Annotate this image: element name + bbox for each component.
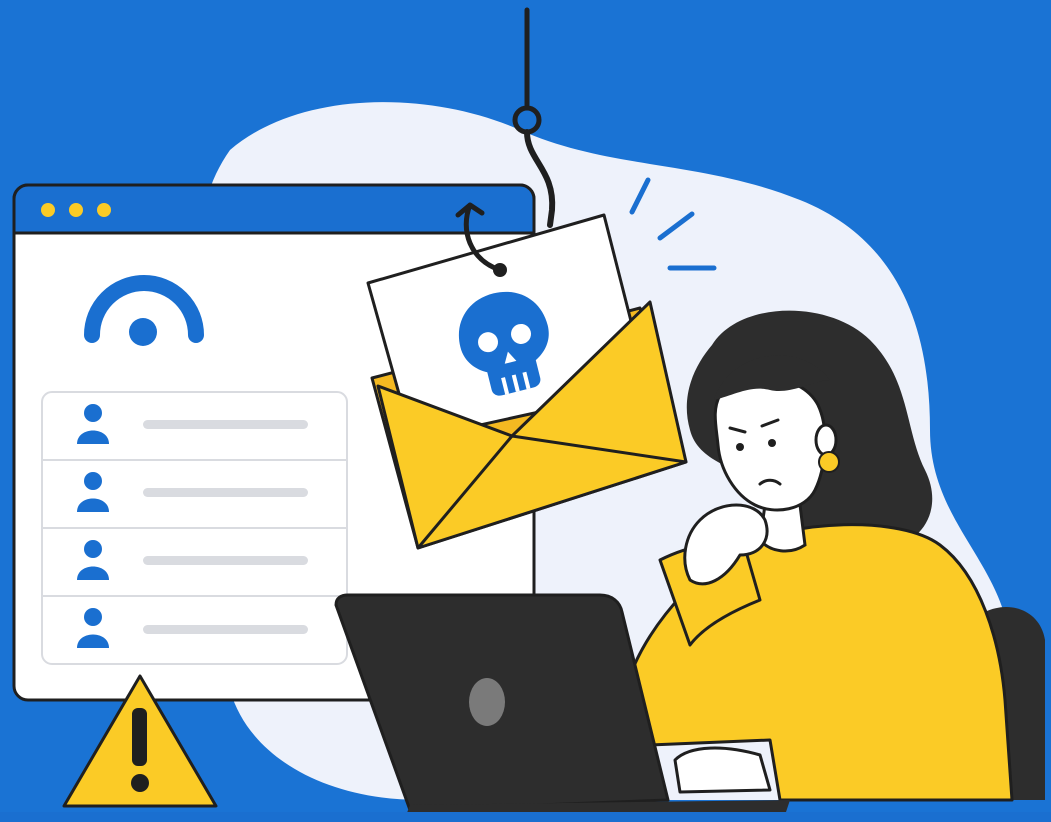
text-placeholder [143,556,308,565]
laptop-logo [469,678,505,726]
text-placeholder [143,488,308,497]
typing-hand [673,746,772,794]
window-dot [97,203,111,217]
window-titlebar [12,183,536,235]
desk [0,812,1051,822]
text-placeholder [143,420,308,429]
phishing-illustration [0,7,1051,822]
earring [818,451,840,473]
text-placeholder [143,625,308,634]
window-dot [41,203,55,217]
user-list [41,391,348,665]
window-dot [69,203,83,217]
